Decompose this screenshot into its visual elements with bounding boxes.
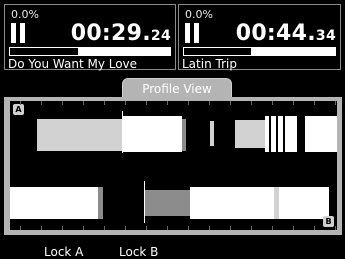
ruler-tick (62, 226, 63, 230)
deck-a-progress-fill (9, 47, 79, 56)
deck-b-pause-icon[interactable] (185, 23, 199, 43)
deck-a-segment (276, 116, 278, 152)
deck-b-panel: 0.0% 00:44.34 Latin Trip (178, 4, 341, 71)
deck-a-panel: 0.0% 00:29.24 Do You Want My Love (4, 4, 176, 71)
lock-a-button[interactable]: Lock A (44, 245, 83, 259)
ruler-tick (314, 101, 315, 105)
ruler-tick (272, 226, 273, 230)
deck-b-progress-bar[interactable] (183, 47, 336, 56)
ruler-tick (188, 226, 189, 230)
deck-a-segment (283, 116, 285, 152)
deck-b-time: 00:44.34 (235, 21, 336, 46)
ruler-tick (104, 226, 105, 230)
deck-b-pitch: 0.0% (185, 8, 213, 21)
ruler-tick (62, 101, 63, 105)
deck-a-progress-bar[interactable] (9, 47, 171, 56)
ruler-tick (335, 101, 336, 105)
deck-b-segment (144, 190, 190, 216)
deck-a-segment (305, 116, 337, 152)
deck-b-segment (98, 187, 103, 219)
tab-profile-view[interactable]: Profile View (122, 78, 232, 98)
deck-a-segment (122, 116, 182, 152)
ruler-tick (230, 101, 231, 105)
lock-b-button[interactable]: Lock B (119, 245, 158, 259)
ruler-tick (314, 226, 315, 230)
deck-a-pitch: 0.0% (11, 8, 39, 21)
deck-a-segment (269, 116, 271, 152)
deck-a-pause-icon[interactable] (11, 23, 25, 43)
ruler-tick (293, 101, 294, 105)
deck-a-track-title: Do You Want My Love (8, 57, 138, 71)
ruler-tick (20, 226, 21, 230)
ruler-tick (209, 226, 210, 230)
ruler-tick (167, 101, 168, 105)
deck-a-playhead[interactable] (122, 111, 123, 153)
deck-b-segment (279, 187, 329, 219)
ruler-tick (83, 101, 84, 105)
profile-view-panel: A B (4, 97, 342, 235)
deck-a-segment (182, 119, 186, 151)
deck-b-progress-fill (183, 47, 252, 56)
ruler-tick (188, 101, 189, 105)
ruler-tick (146, 101, 147, 105)
ruler-tick (41, 101, 42, 105)
deck-b-badge: B (323, 216, 334, 227)
ruler-tick (272, 101, 273, 105)
deck-a-badge: A (13, 104, 24, 115)
deck-a-segment (37, 119, 122, 151)
deck-a-segment (210, 121, 214, 146)
ruler-tick (335, 226, 336, 230)
ruler-tick (230, 226, 231, 230)
ruler-tick (125, 226, 126, 230)
ruler-tick (251, 226, 252, 230)
deck-b-segment (10, 187, 98, 219)
ruler-tick (293, 226, 294, 230)
ruler-tick (41, 226, 42, 230)
ruler-tick (83, 226, 84, 230)
ruler-tick (104, 101, 105, 105)
deck-a-segment (235, 120, 265, 148)
ruler-tick (167, 226, 168, 230)
ruler-tick (125, 101, 126, 105)
ruler-tick (20, 101, 21, 105)
deck-a-time: 00:29.24 (70, 21, 171, 46)
deck-b-track-title: Latin Trip (182, 57, 237, 71)
deck-b-segment (190, 187, 274, 219)
ruler-tick (209, 101, 210, 105)
ruler-tick (146, 226, 147, 230)
ruler-tick (251, 101, 252, 105)
deck-b-playhead[interactable] (144, 181, 145, 223)
profile-waveform-area[interactable]: A B (10, 101, 337, 230)
